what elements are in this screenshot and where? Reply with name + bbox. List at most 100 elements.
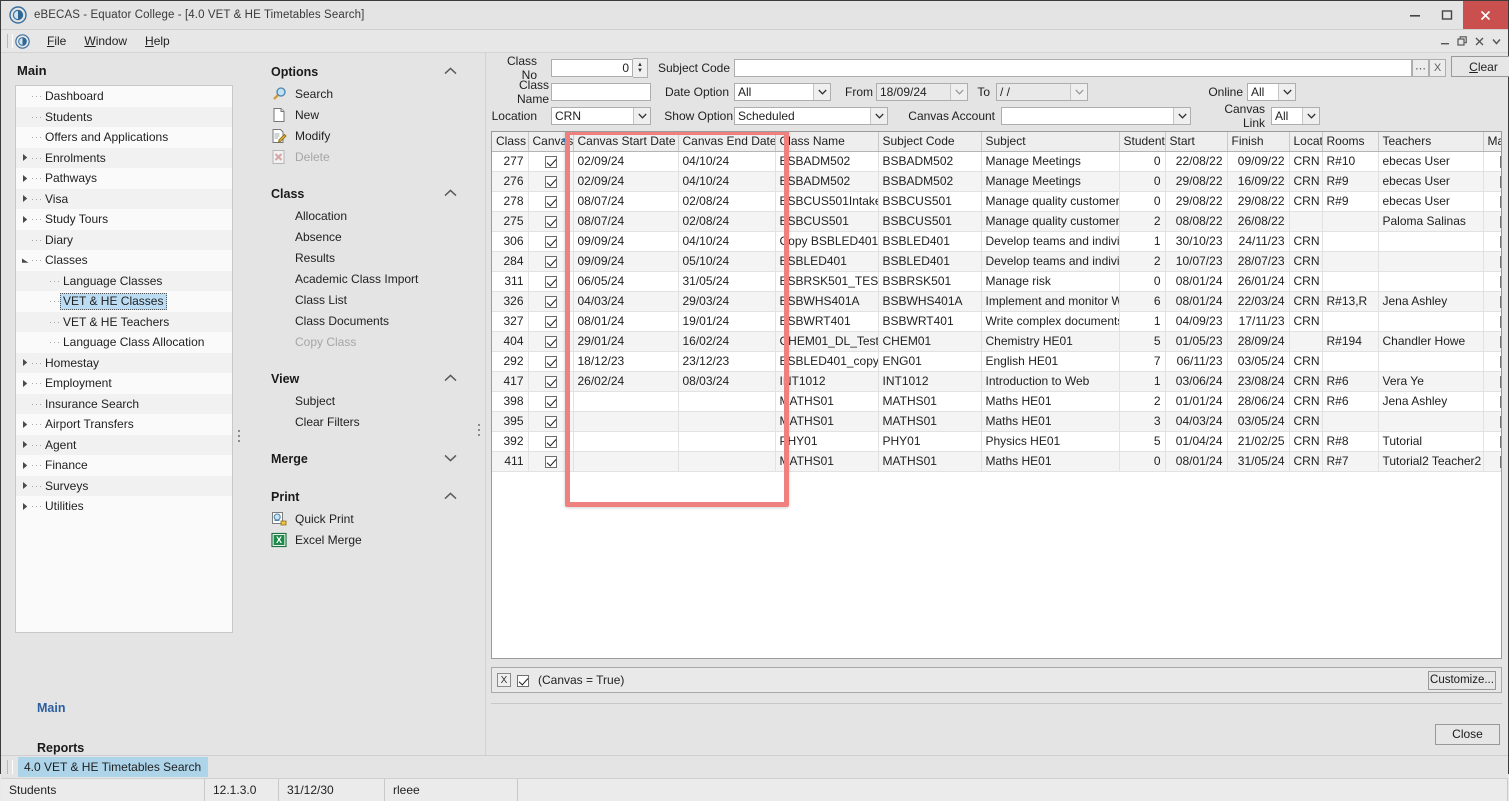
options-group-merge[interactable]: Merge <box>243 448 485 470</box>
cell-mark-att[interactable] <box>1483 291 1502 311</box>
sidebar-item-language-class-allocation[interactable]: ···Language Class Allocation <box>16 332 232 353</box>
cell-mark-att[interactable] <box>1483 391 1502 411</box>
close-dialog-button[interactable]: Close <box>1435 724 1500 745</box>
checkbox-unchecked-icon[interactable] <box>1500 316 1503 328</box>
canvas-account-select[interactable] <box>1001 107 1191 125</box>
sidebar-item-offers-and-applications[interactable]: ···Offers and Applications <box>16 127 232 148</box>
cell-canvas[interactable] <box>528 291 573 311</box>
cell-mark-att[interactable] <box>1483 211 1502 231</box>
cell-mark-att[interactable] <box>1483 311 1502 331</box>
cell-mark-att[interactable] <box>1483 271 1502 291</box>
sidebar-item-study-tours[interactable]: ···Study Tours <box>16 209 232 230</box>
cell-canvas[interactable] <box>528 351 573 371</box>
checkbox-checked-icon[interactable] <box>545 316 557 328</box>
sidebar-item-vet-he-classes[interactable]: ···VET & HE Classes <box>16 291 232 312</box>
table-row[interactable]: 32604/03/2429/03/24BSBWHS401ABSBWHS401AI… <box>492 291 1502 311</box>
table-row[interactable]: 41726/02/2408/03/24INT1012INT1012Introdu… <box>492 371 1502 391</box>
checkbox-unchecked-icon[interactable] <box>1500 236 1503 248</box>
sidebar-item-students[interactable]: ···Students <box>16 107 232 128</box>
cell-mark-att[interactable] <box>1483 431 1502 451</box>
option-clear-filters[interactable]: Clear Filters <box>243 411 485 432</box>
option-new[interactable]: New <box>243 104 485 125</box>
chevron-up-icon[interactable] <box>444 491 457 503</box>
filter-close-button[interactable]: X <box>497 673 511 687</box>
chevron-down-icon[interactable] <box>1070 84 1087 100</box>
show-option-select[interactable]: Scheduled <box>734 107 888 125</box>
checkbox-checked-icon[interactable] <box>1500 176 1503 188</box>
sidebar-item-classes[interactable]: ···Classes <box>16 250 232 271</box>
table-row[interactable]: 31106/05/2431/05/24BSBRSK501_TESTBSBRSK5… <box>492 271 1502 291</box>
checkbox-unchecked-icon[interactable] <box>1500 276 1503 288</box>
table-row[interactable]: 30609/09/2404/10/24Copy BSBLED401_BSBLED… <box>492 231 1502 251</box>
table-row[interactable]: 398MATHS01MATHS01Maths HE01201/01/2428/0… <box>492 391 1502 411</box>
checkbox-checked-icon[interactable] <box>1500 336 1503 348</box>
options-group-view[interactable]: View <box>243 368 485 390</box>
checkbox-unchecked-icon[interactable] <box>1500 356 1503 368</box>
table-row[interactable]: 32708/01/2419/01/24BSBWRT401BSBWRT401Wri… <box>492 311 1502 331</box>
sidebar-item-language-classes[interactable]: ···Language Classes <box>16 271 232 292</box>
option-absence[interactable]: Absence <box>243 226 485 247</box>
chevron-down-icon[interactable] <box>950 84 967 100</box>
sidebar-item-enrolments[interactable]: ···Enrolments <box>16 148 232 169</box>
sidebar-item-surveys[interactable]: ···Surveys <box>16 476 232 497</box>
grid-header-canvas-end[interactable]: Canvas End Date <box>678 132 775 151</box>
checkbox-checked-icon[interactable] <box>1500 156 1503 168</box>
cell-mark-att[interactable] <box>1483 371 1502 391</box>
customize-button[interactable]: Customize... <box>1428 671 1496 690</box>
chevron-up-icon[interactable] <box>444 188 457 200</box>
sidebar-item-airport-transfers[interactable]: ···Airport Transfers <box>16 414 232 435</box>
option-allocation[interactable]: Allocation <box>243 205 485 226</box>
grid-header-finish[interactable]: Finish <box>1227 132 1289 151</box>
grid-header-start[interactable]: Start <box>1165 132 1227 151</box>
filter-enabled-checkbox[interactable] <box>517 673 529 687</box>
cell-mark-att[interactable] <box>1483 151 1502 171</box>
chevron-right-icon[interactable] <box>20 461 31 470</box>
checkbox-checked-icon[interactable] <box>545 456 557 468</box>
checkbox-checked-icon[interactable] <box>545 276 557 288</box>
class-no-input[interactable]: 0 <box>551 59 633 77</box>
chevron-right-icon[interactable] <box>20 174 31 183</box>
cell-canvas[interactable] <box>528 271 573 291</box>
clear-button[interactable]: Clear <box>1451 56 1509 77</box>
options-group-print[interactable]: Print <box>243 486 485 508</box>
checkbox-checked-icon[interactable] <box>1500 456 1503 468</box>
grid-header-student[interactable]: Student <box>1119 132 1165 151</box>
maximize-button[interactable] <box>1431 1 1463 29</box>
option-subject[interactable]: Subject <box>243 390 485 411</box>
options-splitter-grip[interactable] <box>475 419 483 441</box>
checkbox-checked-icon[interactable] <box>545 196 557 208</box>
grid-header-canvas-start[interactable]: Canvas Start Date <box>573 132 678 151</box>
checkbox-checked-icon[interactable] <box>1500 196 1503 208</box>
checkbox-checked-icon[interactable] <box>545 216 557 228</box>
cell-mark-att[interactable] <box>1483 191 1502 211</box>
checkbox-checked-icon[interactable] <box>1500 216 1503 228</box>
chevron-right-icon[interactable] <box>20 440 31 449</box>
checkbox-checked-icon[interactable] <box>545 376 557 388</box>
cell-canvas[interactable] <box>528 331 573 351</box>
option-class-documents[interactable]: Class Documents <box>243 310 485 331</box>
cell-canvas[interactable] <box>528 451 573 471</box>
online-select[interactable]: All <box>1247 83 1296 101</box>
sidebar-item-vet-he-teachers[interactable]: ···VET & HE Teachers <box>16 312 232 333</box>
cell-canvas[interactable] <box>528 431 573 451</box>
checkbox-checked-icon[interactable] <box>545 256 557 268</box>
sidebar-footer-main[interactable]: Main <box>1 701 243 715</box>
class-no-spinner[interactable]: ▲▼ <box>633 58 648 78</box>
chevron-down-icon[interactable] <box>1278 84 1295 100</box>
minimize-button[interactable] <box>1399 1 1431 29</box>
sidebar-item-dashboard[interactable]: ···Dashboard <box>16 86 232 107</box>
chevron-right-icon[interactable] <box>20 481 31 490</box>
sidebar-item-homestay[interactable]: ···Homestay <box>16 353 232 374</box>
cell-canvas[interactable] <box>528 171 573 191</box>
table-row[interactable]: 395MATHS01MATHS01Maths HE01304/03/2403/0… <box>492 411 1502 431</box>
sidebar-item-finance[interactable]: ···Finance <box>16 455 232 476</box>
chevron-down-icon[interactable] <box>20 257 31 264</box>
subject-code-input[interactable] <box>734 59 1412 77</box>
chevron-down-icon[interactable] <box>1173 108 1190 124</box>
table-row[interactable]: 411MATHS01MATHS01Maths HE01008/01/2431/0… <box>492 451 1502 471</box>
table-row[interactable]: 27508/07/2402/08/24BSBCUS501BSBCUS501Man… <box>492 211 1502 231</box>
taskbar-item-timetables-search[interactable]: 4.0 VET & HE Timetables Search <box>18 757 208 777</box>
splitter-grip[interactable] <box>235 425 243 447</box>
chevron-right-icon[interactable] <box>20 153 31 162</box>
to-date-input[interactable]: / / <box>996 83 1088 101</box>
